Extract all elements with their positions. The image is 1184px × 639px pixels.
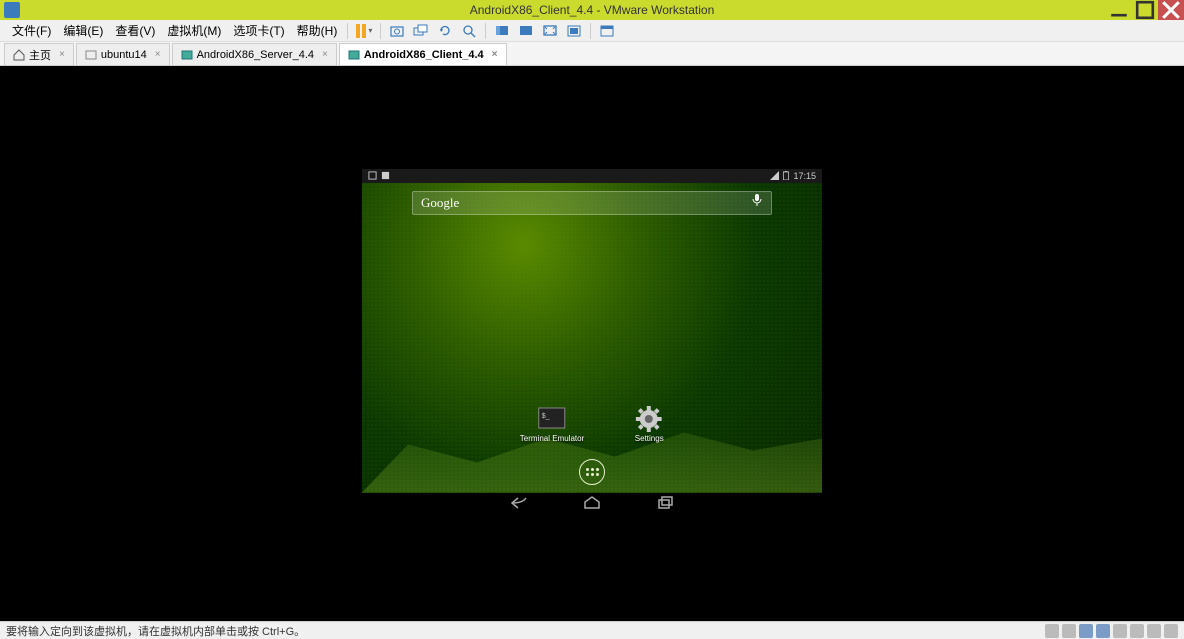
tab-label: ubuntu14 [101, 49, 147, 61]
tabbar: 主页 × ubuntu14 × AndroidX86_Server_4.4 × … [0, 42, 1184, 66]
google-search-widget[interactable]: Google [412, 191, 772, 215]
home-icon [13, 49, 25, 61]
window-title: AndroidX86_Client_4.4 - VMware Workstati… [470, 3, 715, 17]
find-icon[interactable] [460, 22, 478, 40]
printer-icon[interactable] [1130, 624, 1144, 638]
close-icon[interactable]: × [492, 49, 498, 60]
menu-view[interactable]: 查看(V) [109, 20, 161, 41]
back-button[interactable] [510, 496, 528, 515]
snapshot-icon[interactable] [388, 22, 406, 40]
app-drawer-button[interactable] [579, 459, 605, 485]
sound-icon[interactable] [1113, 624, 1127, 638]
separator [347, 23, 348, 39]
tab-home[interactable]: 主页 × [4, 43, 74, 65]
unity-icon[interactable] [565, 22, 583, 40]
usb-icon[interactable] [1096, 624, 1110, 638]
menubar: 文件(F) 编辑(E) 查看(V) 虚拟机(M) 选项卡(T) 帮助(H) ▾ [0, 20, 1184, 42]
tab-label: AndroidX86_Client_4.4 [364, 49, 484, 61]
menu-file[interactable]: 文件(F) [6, 20, 57, 41]
window-icon [381, 171, 390, 180]
vm-on-icon [181, 49, 193, 61]
gear-icon [634, 406, 664, 432]
message-icon[interactable] [1164, 624, 1178, 638]
battery-icon [783, 171, 789, 180]
cdrom-icon[interactable] [1062, 624, 1076, 638]
separator [590, 23, 591, 39]
console-view-icon[interactable] [493, 22, 511, 40]
minimize-button[interactable] [1106, 0, 1132, 20]
separator [485, 23, 486, 39]
close-button[interactable] [1158, 0, 1184, 20]
close-icon[interactable]: × [155, 49, 161, 60]
thumbnail-view-icon[interactable] [517, 22, 535, 40]
window-controls [1106, 0, 1184, 20]
tab-ubuntu14[interactable]: ubuntu14 × [76, 43, 170, 65]
android-navbar [362, 493, 822, 519]
display-icon[interactable] [1147, 624, 1161, 638]
revert-icon[interactable] [436, 22, 454, 40]
tab-android-client[interactable]: AndroidX86_Client_4.4 × [339, 43, 507, 65]
terminal-icon: $_ [537, 406, 567, 432]
snapshot-manager-icon[interactable] [412, 22, 430, 40]
android-home[interactable]: Google $_ Terminal Emulator Settings [362, 183, 822, 493]
statusbar-left [368, 171, 390, 180]
close-icon[interactable]: × [59, 49, 65, 60]
android-screen: 17:15 Google $_ Terminal Emulator [362, 169, 822, 519]
menu-vm[interactable]: 虚拟机(M) [161, 20, 227, 41]
menu-tabs[interactable]: 选项卡(T) [227, 20, 290, 41]
mic-icon[interactable] [751, 193, 763, 212]
vm-icon [85, 49, 97, 61]
settings-shortcut[interactable]: Settings [634, 406, 664, 443]
separator [380, 23, 381, 39]
pause-button[interactable]: ▾ [355, 22, 373, 40]
tab-label: AndroidX86_Server_4.4 [197, 49, 314, 61]
svg-text:$_: $_ [542, 413, 550, 420]
tab-android-server[interactable]: AndroidX86_Server_4.4 × [172, 43, 337, 65]
vm-viewport[interactable]: 17:15 Google $_ Terminal Emulator [0, 66, 1184, 621]
fullscreen-icon[interactable] [541, 22, 559, 40]
menu-edit[interactable]: 编辑(E) [57, 20, 109, 41]
vmware-statusbar: 要将输入定向到该虚拟机，请在虚拟机内部单击或按 Ctrl+G。 [0, 621, 1184, 639]
recents-button[interactable] [656, 496, 674, 515]
menu-help[interactable]: 帮助(H) [291, 20, 344, 41]
google-logo: Google [421, 195, 459, 211]
status-hint: 要将输入定向到该虚拟机，请在虚拟机内部单击或按 Ctrl+G。 [6, 623, 305, 639]
statusbar-right: 17:15 [770, 171, 816, 181]
shortcut-label: Terminal Emulator [520, 434, 584, 443]
dots-icon [586, 468, 599, 476]
window-icon [368, 171, 377, 180]
window-titlebar: AndroidX86_Client_4.4 - VMware Workstati… [0, 0, 1184, 20]
device-tray [1045, 624, 1178, 638]
signal-icon [770, 171, 779, 180]
home-shortcuts: $_ Terminal Emulator Settings [520, 406, 664, 443]
maximize-button[interactable] [1132, 0, 1158, 20]
terminal-emulator-shortcut[interactable]: $_ Terminal Emulator [520, 406, 584, 443]
shortcut-label: Settings [635, 434, 664, 443]
home-button[interactable] [583, 496, 601, 515]
vm-on-icon [348, 49, 360, 61]
hdd-icon[interactable] [1045, 624, 1059, 638]
close-icon[interactable]: × [322, 49, 328, 60]
network-icon[interactable] [1079, 624, 1093, 638]
tab-home-label: 主页 [29, 47, 51, 63]
library-icon[interactable] [598, 22, 616, 40]
app-icon [4, 2, 20, 18]
android-time: 17:15 [793, 171, 816, 181]
android-statusbar: 17:15 [362, 169, 822, 183]
